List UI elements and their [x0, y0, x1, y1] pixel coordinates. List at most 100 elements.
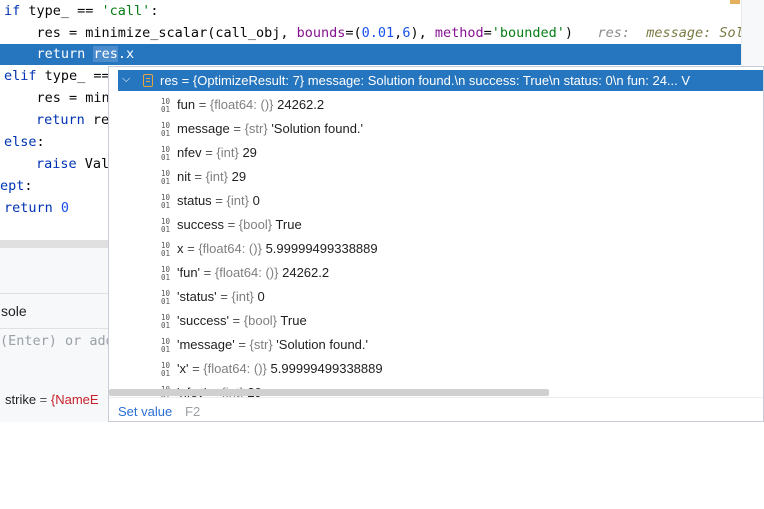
field-row[interactable]: 10 01 nfev = {int} 29 [161, 141, 257, 165]
field-value: 24262.2 [282, 265, 330, 280]
shortcut-hint: F2 [185, 404, 201, 419]
primitive-icon: 1001 [161, 312, 171, 330]
field-row[interactable]: 10 01'success' = {bool} True [161, 309, 307, 333]
code-text: : [24, 178, 33, 194]
code-line-3[interactable]: return res.x [4, 43, 134, 65]
field-row[interactable]: 10 01 x = {float64: ()} 5.99999499338889 [161, 237, 378, 261]
equals-sign: = [36, 392, 51, 407]
field-name: success [177, 217, 224, 232]
code-line-2[interactable]: res = minimize_scalar(call_obj, bounds=(… [4, 22, 761, 44]
keyword: return [36, 112, 85, 128]
primitive-icon: 1001 [161, 192, 171, 210]
param-name: method [434, 25, 484, 41]
keyword: if [4, 3, 21, 19]
keyword: ept [0, 178, 25, 194]
popup-footer: Set value F2 [109, 397, 763, 421]
inline-hint-label: res: [597, 25, 630, 41]
field-name: 'status' [177, 289, 217, 304]
field-name: message [177, 121, 230, 136]
field-value: 29 [231, 169, 247, 184]
field-name: status [177, 193, 212, 208]
code-text: : [36, 134, 45, 150]
field-value: True [280, 313, 307, 328]
field-row[interactable]: 10 01 status = {int} 0 [161, 189, 260, 213]
variable-type: {NameE [50, 392, 99, 407]
warning-marker[interactable] [730, 0, 740, 4]
field-type: {bool} [238, 217, 273, 232]
field-type: {str} [244, 121, 268, 136]
keyword: return [4, 200, 53, 216]
code-text: ) [564, 25, 574, 41]
field-type: {int} [205, 169, 228, 184]
code-line-10[interactable]: return 0 [4, 197, 69, 219]
code-line-6[interactable]: return re [36, 109, 109, 131]
keyword: elif [4, 68, 37, 84]
field-name: 'fun' [177, 265, 201, 280]
console-input[interactable]: (Enter) or add [0, 333, 114, 349]
field-value: 5.99999499338889 [265, 241, 378, 256]
popup-header-text: res = {OptimizeResult: 7} message: Solut… [160, 73, 691, 88]
field-row[interactable]: 10 01 message = {str} 'Solution found.' [161, 117, 363, 141]
object-icon [143, 74, 153, 87]
code-text: Val [76, 156, 110, 172]
field-row[interactable]: 10 01'x' = {float64: ()} 5.99999499338889 [161, 357, 383, 381]
field-type: {float64: ()} [209, 97, 274, 112]
param-name: bounds [296, 25, 346, 41]
code-line-4[interactable]: elif type_ == [4, 65, 110, 87]
field-type: {int} [226, 193, 249, 208]
debug-value-popup[interactable]: ⌵ res = {OptimizeResult: 7} message: Sol… [108, 66, 764, 422]
keyword: return [36, 46, 86, 62]
popup-header-row[interactable]: ⌵ res = {OptimizeResult: 7} message: Sol… [118, 70, 763, 91]
field-type: {str} [249, 337, 273, 352]
console-tab-label: sole [1, 303, 27, 319]
horizontal-scrollbar[interactable] [109, 389, 549, 396]
field-type: {int} [231, 289, 254, 304]
code-text: ), [410, 25, 435, 41]
field-value: 'Solution found.' [271, 121, 364, 136]
code-line-8[interactable]: raise Val [36, 153, 109, 175]
field-name: fun [177, 97, 196, 112]
code-text: = [483, 25, 492, 41]
field-value: 5.99999499338889 [270, 361, 383, 376]
primitive-icon: 1001 [161, 360, 171, 378]
field-row[interactable]: 10 01'fun' = {float64: ()} 24262.2 [161, 261, 329, 285]
field-value: 'Solution found.' [276, 337, 368, 352]
console-tab[interactable]: sole [0, 293, 109, 329]
panel-splitter[interactable] [0, 240, 108, 248]
field-row[interactable]: 10 01'status' = {int} 0 [161, 285, 265, 309]
field-row[interactable]: 10 01'message' = {str} 'Solution found.' [161, 333, 368, 357]
primitive-icon: 1001 [161, 144, 171, 162]
chevron-down-icon[interactable]: ⌵ [122, 73, 130, 86]
code-text: type_ == [20, 3, 102, 19]
field-type: {int} [216, 145, 239, 160]
code-text: =( [345, 25, 362, 41]
console-input-placeholder: (Enter) or add [0, 333, 114, 349]
string-literal: 'call' [101, 3, 151, 19]
code-line-1[interactable]: if type_ == 'call': [4, 0, 158, 22]
field-row[interactable]: 10 01 success = {bool} True [161, 213, 302, 237]
field-value: 24262.2 [277, 97, 325, 112]
primitive-icon: 1001 [161, 96, 171, 114]
code-text: type_ == [36, 68, 110, 84]
set-value-link[interactable]: Set value [118, 404, 172, 419]
field-row[interactable]: 10 01 nit = {int} 29 [161, 165, 246, 189]
field-type: {float64: ()} [198, 241, 262, 256]
code-line-5[interactable]: res = min [4, 87, 110, 109]
field-name: nit [177, 169, 191, 184]
keyword: else [4, 134, 37, 150]
primitive-icon: 1001 [161, 168, 171, 186]
primitive-icon: 1001 [161, 288, 171, 306]
variable-row-strike[interactable]: strike = {NameE [5, 392, 99, 407]
keyword: raise [36, 156, 77, 172]
code-line-9[interactable]: ept: [0, 175, 33, 197]
string-literal: 'bounded' [491, 25, 565, 41]
field-name: nfev [177, 145, 202, 160]
primitive-icon: 1001 [161, 264, 171, 282]
primitive-icon: 1001 [161, 240, 171, 258]
code-line-7[interactable]: else: [4, 131, 45, 153]
field-name: 'x' [177, 361, 189, 376]
field-row[interactable]: 10 01 fun = {float64: ()} 24262.2 [161, 93, 324, 117]
highlighted-word: res [93, 46, 118, 62]
code-text: res = minimize_scalar(call_obj, [4, 25, 297, 41]
